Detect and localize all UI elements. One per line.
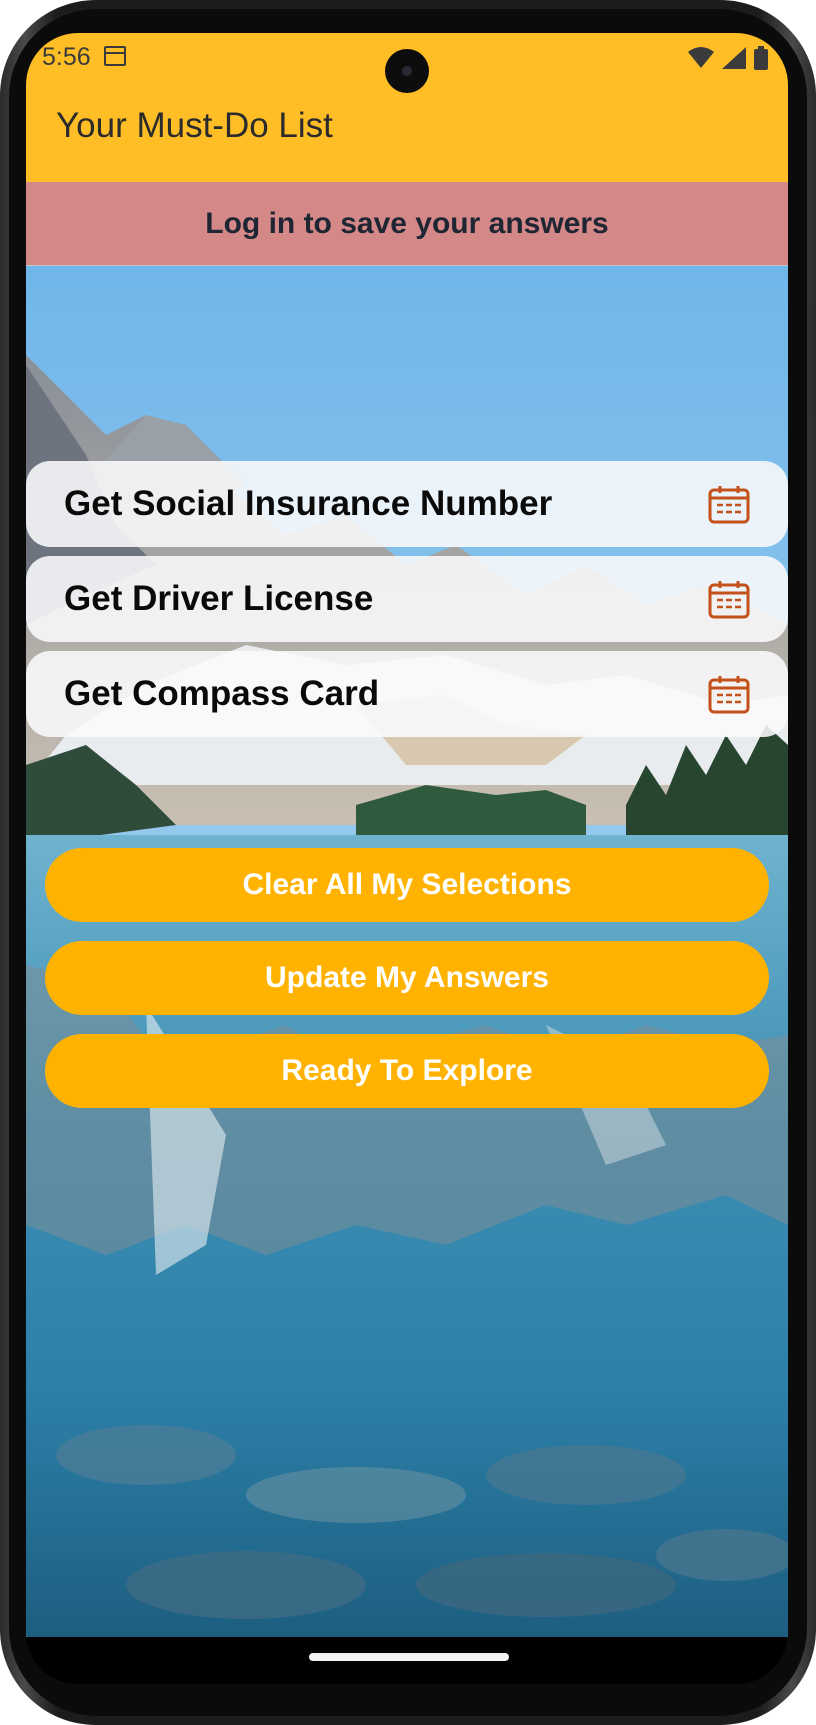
calendar-icon[interactable]	[708, 484, 750, 524]
navigation-bar	[26, 1637, 788, 1684]
status-time: 5:56	[42, 43, 91, 71]
task-item-social-insurance[interactable]: Get Social Insurance Number	[26, 461, 788, 547]
login-banner-text: Log in to save your answers	[205, 206, 609, 240]
app-bar: 5:56 Your Must-Do List	[26, 33, 788, 182]
task-label: Get Driver License	[64, 579, 374, 618]
front-camera	[385, 49, 429, 93]
login-banner[interactable]: Log in to save your answers	[26, 182, 788, 266]
page-title: Your Must-Do List	[56, 106, 333, 145]
phone-screen: 5:56 Your Must-Do List Log in to save yo…	[26, 33, 788, 1684]
ready-to-explore-button[interactable]: Ready To Explore	[45, 1034, 769, 1108]
task-item-compass-card[interactable]: Get Compass Card	[26, 651, 788, 737]
task-label: Get Compass Card	[64, 674, 380, 713]
calendar-icon[interactable]	[708, 674, 750, 714]
wifi-icon	[688, 47, 714, 68]
calendar-icon[interactable]	[708, 579, 750, 619]
phone-frame: 5:56 Your Must-Do List Log in to save yo…	[0, 0, 816, 1725]
home-gesture-handle[interactable]	[309, 1653, 509, 1661]
signal-icon	[722, 47, 746, 69]
task-item-driver-license[interactable]: Get Driver License	[26, 556, 788, 642]
task-label: Get Social Insurance Number	[64, 484, 553, 523]
calendar-icon	[104, 46, 126, 66]
status-icons	[688, 45, 768, 71]
update-answers-button[interactable]: Update My Answers	[45, 941, 769, 1015]
battery-icon	[754, 46, 768, 70]
clear-selections-button[interactable]: Clear All My Selections	[45, 848, 769, 922]
